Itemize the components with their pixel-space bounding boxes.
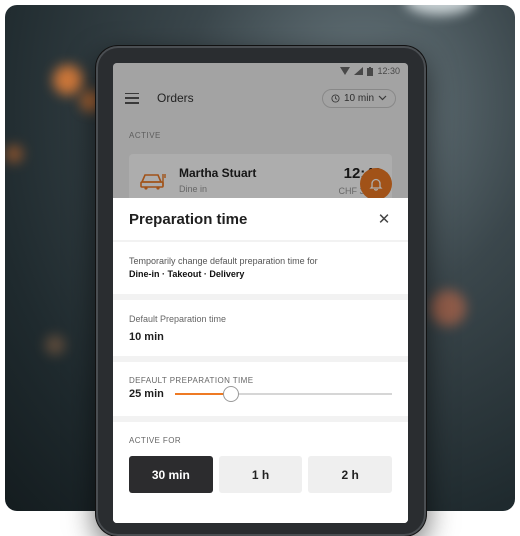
duration-option-1h[interactable]: 1 h — [218, 456, 303, 493]
duration-option-30min[interactable]: 30 min — [129, 456, 213, 493]
preparation-time-sheet: Preparation time ✕ Temporarily change de… — [113, 198, 408, 523]
order-types: Dine-in · Takeout · Delivery — [129, 269, 245, 279]
intro-block: Temporarily change default preparation t… — [113, 242, 408, 294]
default-time-value: 10 min — [129, 331, 164, 343]
bokeh-light — [430, 290, 466, 326]
bokeh-light — [53, 65, 83, 95]
default-time-label: Default Preparation time — [129, 314, 227, 324]
slider-block: DEFAULT PREPARATION TIME 25 min — [113, 362, 408, 416]
sheet-title: Preparation time — [129, 210, 248, 228]
bokeh-light — [45, 335, 65, 355]
bokeh-light — [405, 5, 475, 15]
prep-time-slider[interactable] — [175, 386, 392, 402]
tablet-screen: 12:30 Orders 10 min ACTIVE Martha Stuart… — [113, 63, 408, 523]
duration-option-2h[interactable]: 2 h — [308, 456, 393, 493]
default-time-block: Default Preparation time 10 min — [113, 300, 408, 356]
slider-value: 25 min — [129, 388, 164, 400]
duration-segmented-control: 30 min 1 h 2 h — [129, 456, 393, 493]
sheet-header: Preparation time ✕ — [113, 198, 408, 240]
active-for-label: ACTIVE FOR — [129, 436, 182, 445]
active-for-block: ACTIVE FOR 30 min 1 h 2 h — [113, 422, 408, 523]
slider-thumb[interactable] — [223, 386, 240, 402]
close-icon[interactable]: ✕ — [376, 210, 392, 228]
bokeh-light — [5, 145, 23, 163]
intro-text: Temporarily change default preparation t… — [129, 256, 318, 266]
slider-label: DEFAULT PREPARATION TIME — [129, 376, 254, 385]
